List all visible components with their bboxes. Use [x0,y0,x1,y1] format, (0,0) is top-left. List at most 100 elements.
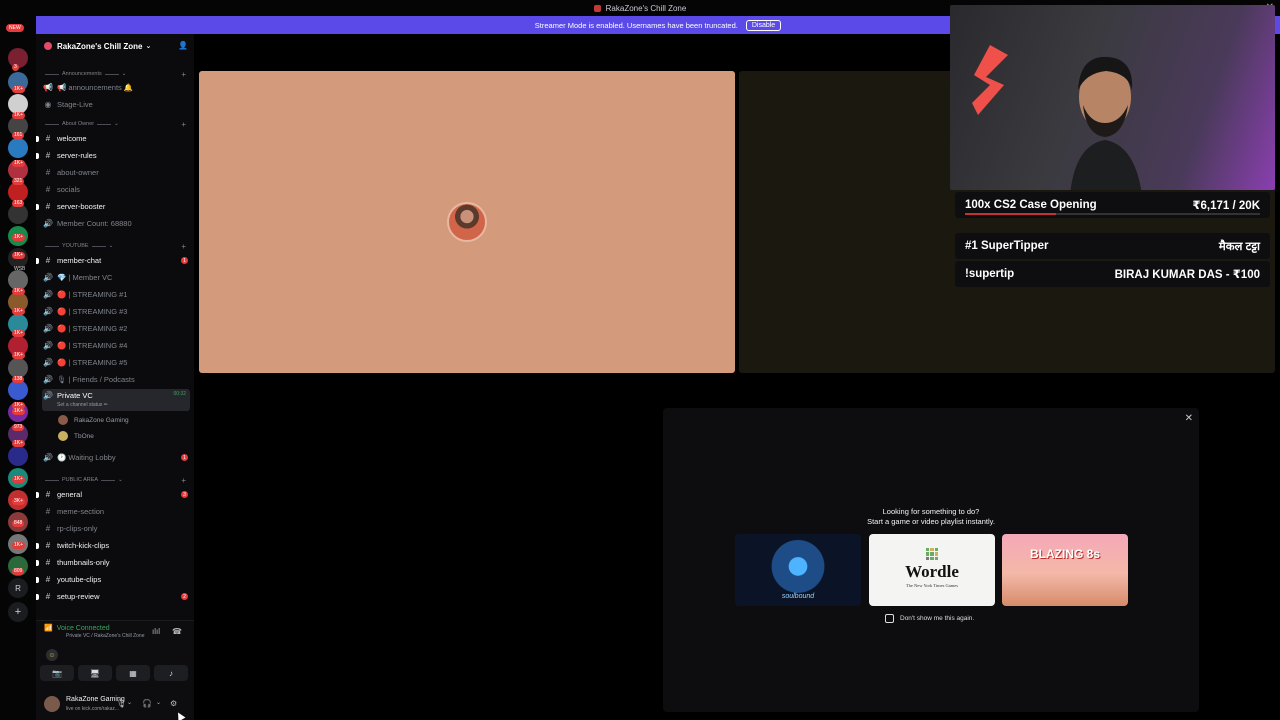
dont-show-label: Don't show me this again. [900,615,975,622]
server-icon[interactable] [8,94,28,114]
chevron-down-icon[interactable]: ⌄ [127,699,132,706]
hash-icon: # [45,592,51,601]
soundboard-button[interactable]: ♪ [154,665,188,681]
speaker-icon: 🔊 [43,358,53,367]
supertipper-widget: #1 SuperTipper मैकल टट्टा [955,233,1270,259]
channel-friends-podcasts[interactable]: 🔊 🎙 | Friends / Podcasts [42,372,190,387]
channel-member-vc[interactable]: 🔊 💎 | Member VC [42,270,190,285]
channel-server-booster[interactable]: # server-booster [36,199,190,214]
voice-user[interactable]: RakaZone Gaming [58,413,129,427]
voice-user[interactable]: TbOne [58,429,94,443]
server-icon[interactable] [8,182,28,202]
participant-tile[interactable] [199,71,735,373]
hash-icon: # [45,134,51,143]
channel-list: Announcements ⌄ + 📢 📢 announcements 🔔 ◉ Stag… [36,68,194,648]
server-badge: 1K+ [12,440,26,447]
wordle-grid-icon [926,548,938,560]
voice-location: Private VC / RakaZone's Chill Zone [66,633,145,639]
channel-general[interactable]: # general 3 [36,487,190,502]
microphone-icon[interactable]: 🎙 [116,699,126,708]
category-about-owner[interactable]: About Owner ⌄ + [42,118,190,130]
server-icon[interactable] [8,270,28,290]
hash-icon: # [45,256,51,265]
new-badge: NEW [6,24,24,32]
activity-card-soulbound[interactable]: soulbound [735,534,861,606]
channel-thumbnails-only[interactable]: # thumbnails-only [36,555,190,570]
channel-youtube-clips[interactable]: # youtube-clips [36,572,190,587]
supertip-widget: !supertip BIRAJ KUMAR DAS - ₹100 [955,261,1270,287]
add-member-icon[interactable]: 👤 [178,41,188,50]
speaker-icon: 🔊 [43,391,53,400]
channel-member-chat[interactable]: # member-chat 1 [36,253,190,268]
dont-show-again-checkbox[interactable]: Don't show me this again. [885,614,974,623]
channel-streaming-4[interactable]: 🔊 🔴 | STREAMING #4 [42,338,190,353]
channel-private-vc[interactable]: 🔊 Private VC 00:32 Set a channel status … [42,389,190,411]
server-icon [44,42,52,50]
headphones-icon[interactable]: 🎧 [142,699,152,708]
activity-card-blazing-8s[interactable]: BLAZING 8s [1002,534,1128,606]
channel-meme-section[interactable]: # meme-section [42,504,190,519]
server-badge: 1K+ [12,234,26,241]
server-icon[interactable] [8,446,28,466]
server-badge: 973 [12,424,25,431]
speaker-icon: 🔊 [43,341,53,350]
category-youtube[interactable]: YOUTUBE ⌄ + [42,240,190,252]
mention-badge: 2 [181,593,188,600]
server-icon[interactable] [8,138,28,158]
speaker-icon: 🔊 [43,290,53,299]
activities-button[interactable]: ▦ [116,665,150,681]
channel-streaming-2[interactable]: 🔊 🔴 | STREAMING #2 [42,321,190,336]
avatar[interactable] [44,696,60,712]
speaker-icon: 🔊 [43,219,53,228]
channel-member-count[interactable]: 🔊 Member Count: 68880 [42,216,190,231]
case-opening-goal: 100x CS2 Case Opening ₹6,171 / 20K [955,192,1270,218]
game-title: soulbound [781,593,815,600]
checkbox[interactable] [885,614,894,623]
channel-announcements[interactable]: 📢 📢 announcements 🔔 [42,80,190,95]
disconnect-icon[interactable]: ☎ [172,627,182,636]
server-letter-icon[interactable]: R [8,578,28,598]
category-announcements[interactable]: Announcements ⌄ + [42,68,190,80]
disable-streamer-mode-button[interactable]: Disable [745,19,782,31]
channel-about-owner[interactable]: # about-owner [42,165,190,180]
hash-icon: # [45,541,51,550]
goal-value: ₹6,171 / 20K [1192,200,1260,212]
activity-card-wordle[interactable]: Wordle The New York Times Games [869,534,995,606]
game-title: BLAZING 8s [1029,547,1100,561]
channel-twitch-kick-clips[interactable]: # twitch-kick-clips [36,538,190,553]
screen-share-button[interactable]: 🖥 [78,665,112,681]
channel-welcome[interactable]: # welcome [36,131,190,146]
hash-icon: # [45,151,51,160]
channel-streaming-5[interactable]: 🔊 🔴 | STREAMING #5 [42,355,190,370]
channel-socials[interactable]: # socials [42,182,190,197]
emoji-icon[interactable]: ☺ [46,649,58,661]
channel-streaming-1[interactable]: 🔊 🔴 | STREAMING #1 [42,287,190,302]
camera-button[interactable]: 📷 [40,665,74,681]
user-bar: RakaZone Gaming live on kick.com/rakaz..… [36,689,194,720]
channel-stage-live[interactable]: ◉ Stage-Live [42,97,190,112]
server-header[interactable]: RakaZone's Chill Zone ⌄ 👤 [36,34,194,58]
megaphone-icon: 📢 [43,83,53,92]
chevron-down-icon[interactable]: ⌄ [156,699,161,706]
channel-streaming-3[interactable]: 🔊 🔴 | STREAMING #3 [42,304,190,319]
noise-suppression-icon[interactable]: ılıl [152,627,160,636]
supertip-value: BIRAJ KUMAR DAS - ₹100 [1114,269,1260,281]
server-icon[interactable] [8,358,28,378]
mention-badge: 1 [181,257,188,264]
server-badge: 163 [12,200,25,207]
channel-rp-clips-only[interactable]: # rp-clips-only [42,521,190,536]
supertip-label: !supertip [965,268,1015,280]
hash-icon: # [45,185,51,194]
channel-waiting-lobby[interactable]: 🔊 🕐 Waiting Lobby 1 [42,450,190,465]
server-badge: 1K+ [12,288,26,295]
stage-icon: ◉ [44,100,52,109]
add-server-icon[interactable]: + [8,602,28,622]
channel-server-rules[interactable]: # server-rules [36,148,190,163]
server-icon[interactable] [8,380,28,400]
hash-icon: # [45,524,51,533]
server-icon[interactable] [8,204,28,224]
channel-setup-review[interactable]: # setup-review 2 [36,589,190,604]
close-icon[interactable]: ✕ [1185,413,1193,424]
gear-icon[interactable]: ⚙ [170,699,177,708]
category-public-area[interactable]: PUBLIC AREA ⌄ + [42,474,190,486]
